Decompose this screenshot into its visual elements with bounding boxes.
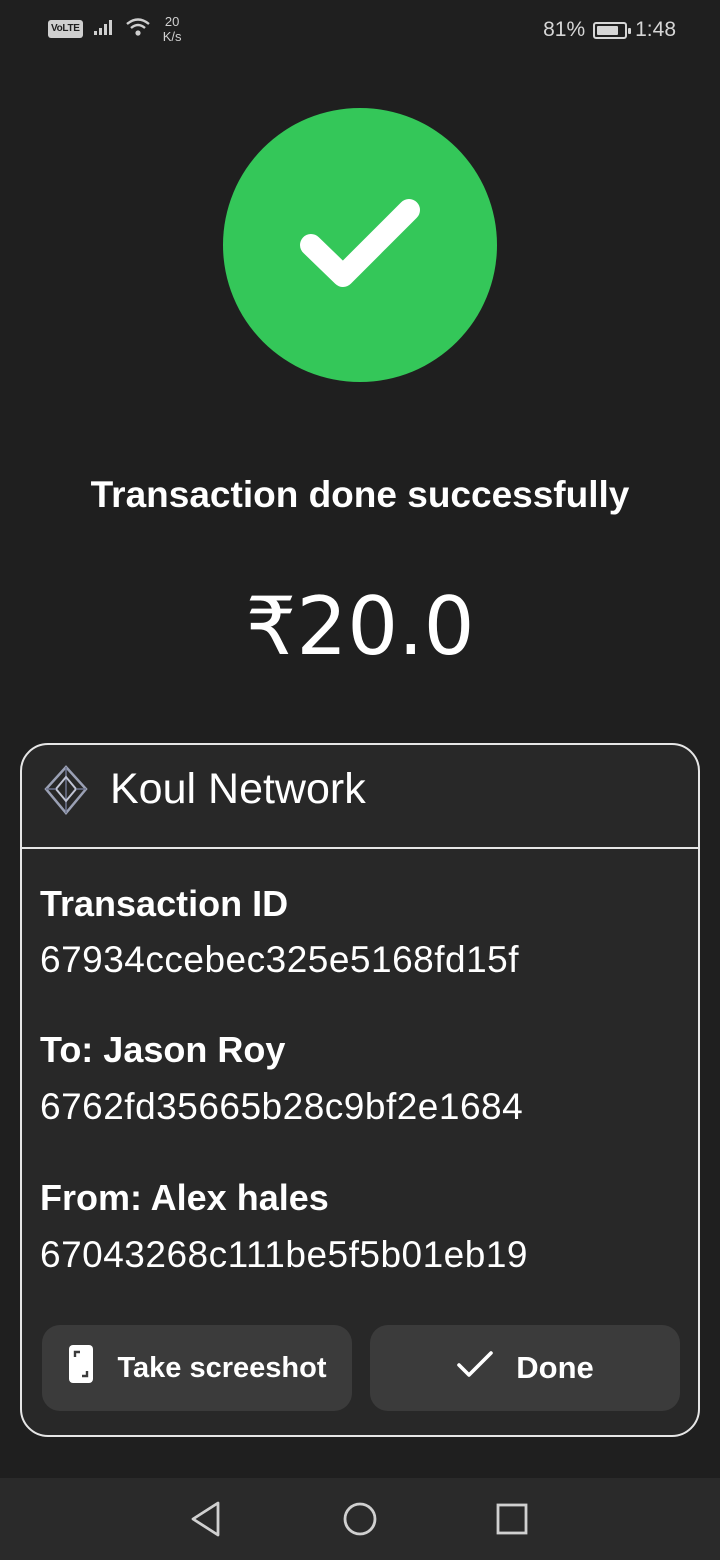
take-screenshot-label: Take screeshot	[117, 1351, 327, 1384]
speed-value: 20	[164, 14, 180, 29]
home-icon[interactable]	[341, 1500, 379, 1543]
network-speed: 20 K/s	[163, 14, 182, 44]
battery-percent: 81%	[543, 18, 586, 41]
sender-label: From: Alex hales	[40, 1177, 329, 1218]
network-name: Koul Network	[110, 765, 366, 813]
navigation-bar	[0, 1478, 720, 1560]
recipient-id-value: 6762fd35665b28c9bf2e1684	[40, 1086, 524, 1127]
success-message: Transaction done successfully	[90, 474, 630, 515]
success-circle	[223, 108, 497, 382]
battery-nub	[628, 27, 632, 34]
amount: ₹20.0	[245, 580, 475, 673]
back-icon[interactable]	[188, 1500, 224, 1543]
speed-unit: K/s	[162, 29, 182, 44]
phone-screenshot-icon	[67, 1343, 95, 1393]
network-logo-icon	[42, 763, 90, 828]
checkmark-icon	[300, 199, 420, 287]
battery-icon	[593, 21, 632, 39]
transaction-id-value: 67934ccebec325e5168fd15f	[40, 939, 520, 980]
take-screenshot-button[interactable]: Take screeshot	[42, 1325, 352, 1411]
transaction-card: Koul Network Transaction ID 67934ccebec3…	[20, 743, 700, 1437]
wifi-icon	[125, 17, 151, 42]
status-left: VoLTE 20 K/s	[48, 14, 181, 44]
signal-icon	[93, 18, 115, 41]
done-button[interactable]: Done	[370, 1325, 680, 1411]
recipient-label: To: Jason Roy	[40, 1029, 286, 1070]
battery-fill	[597, 25, 619, 35]
status-bar: VoLTE 20 K/s 81% 1:48	[0, 0, 720, 62]
volte-badge: VoLTE	[48, 20, 83, 38]
check-icon	[456, 1349, 494, 1387]
done-label: Done	[516, 1350, 594, 1385]
transaction-id-label: Transaction ID	[40, 883, 289, 924]
sender-id-value: 67043268c111be5f5b01eb19	[40, 1234, 528, 1275]
card-header: Koul Network	[22, 745, 698, 849]
recents-icon[interactable]	[495, 1500, 531, 1543]
clock: 1:48	[635, 18, 676, 41]
status-right: 81% 1:48	[543, 18, 676, 42]
